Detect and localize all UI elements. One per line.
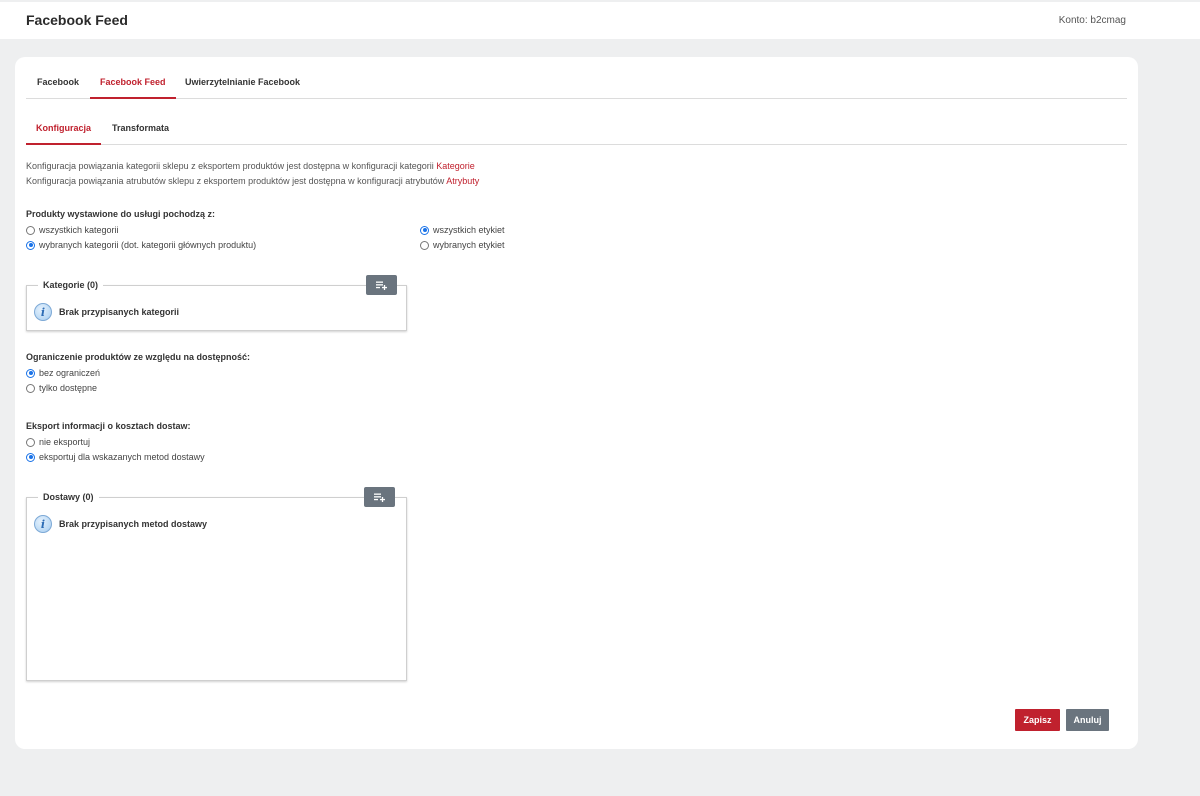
- main-tabs: Facebook Facebook Feed Uwierzytelnianie …: [26, 73, 1127, 99]
- add-list-icon: [373, 493, 385, 502]
- tab-facebook-feed[interactable]: Facebook Feed: [90, 77, 176, 99]
- attributes-link[interactable]: Atrybuty: [446, 176, 479, 186]
- radio-unchecked-icon: [26, 225, 35, 235]
- radio-unchecked-icon: [26, 437, 35, 447]
- delivery-legend: Dostawy (0): [38, 492, 99, 502]
- radio-only-available[interactable]: tylko dostępne: [26, 382, 97, 394]
- shipping-export-label: Eksport informacji o kosztach dostaw:: [26, 421, 191, 431]
- tab-facebook[interactable]: Facebook: [37, 77, 79, 99]
- radio-all-labels[interactable]: wszystkich etykiet: [420, 224, 505, 236]
- account-label: Konto:: [1058, 15, 1088, 26]
- radio-unchecked-icon: [26, 383, 35, 393]
- radio-checked-icon: [26, 240, 35, 250]
- tab-transformata[interactable]: Transformata: [112, 123, 169, 145]
- tab-konfiguracja[interactable]: Konfiguracja: [26, 123, 102, 145]
- sub-tabs: Konfiguracja Transformata: [26, 119, 1127, 145]
- radio-no-export[interactable]: nie eksportuj: [26, 436, 90, 448]
- radio-unchecked-icon: [420, 240, 429, 250]
- cancel-button[interactable]: Anuluj: [1066, 709, 1109, 731]
- delivery-fieldset: Dostawy (0) i Brak przypisanych metod do…: [26, 487, 407, 681]
- availability-label: Ograniczenie produktów ze względu na dos…: [26, 352, 251, 362]
- radio-checked-icon: [26, 368, 35, 378]
- radio-no-limit[interactable]: bez ograniczeń: [26, 367, 100, 379]
- account-info: Konto: b2cmag: [1059, 15, 1126, 26]
- info-icon: i: [34, 515, 52, 533]
- info-line-categories: Konfiguracja powiązania kategorii sklepu…: [26, 161, 475, 171]
- add-list-icon: [375, 281, 387, 290]
- radio-selected-categories[interactable]: wybranych kategorii (dot. kategorii głów…: [26, 239, 256, 251]
- account-value: b2cmag: [1090, 15, 1126, 26]
- radio-checked-icon: [420, 225, 429, 235]
- radio-export-selected[interactable]: eksportuj dla wskazanych metod dostawy: [26, 451, 205, 463]
- add-category-button[interactable]: [366, 275, 397, 295]
- delivery-empty: i Brak przypisanych metod dostawy: [34, 515, 207, 533]
- page-title: Facebook Feed: [26, 12, 128, 28]
- info-line-attributes: Konfiguracja powiązania atrubutów sklepu…: [26, 176, 480, 186]
- categories-fieldset: Kategorie (0) i Brak przypisanych katego…: [26, 275, 407, 331]
- tab-facebook-auth[interactable]: Uwierzytelnianie Facebook: [185, 77, 300, 99]
- categories-link[interactable]: Kategorie: [436, 161, 475, 171]
- info-text: Konfiguracja powiązania kategorii sklepu…: [26, 159, 479, 189]
- save-button[interactable]: Zapisz: [1015, 709, 1060, 731]
- add-delivery-button[interactable]: [364, 487, 395, 507]
- config-card: Facebook Facebook Feed Uwierzytelnianie …: [15, 57, 1138, 749]
- products-source-label: Produkty wystawione do usługi pochodzą z…: [26, 209, 216, 219]
- info-icon: i: [34, 303, 52, 321]
- radio-checked-icon: [26, 452, 35, 462]
- top-header: Facebook Feed Konto: b2cmag: [0, 2, 1200, 39]
- radio-all-categories[interactable]: wszystkich kategorii: [26, 224, 119, 236]
- categories-empty: i Brak przypisanych kategorii: [34, 303, 179, 321]
- radio-selected-labels[interactable]: wybranych etykiet: [420, 239, 505, 251]
- categories-legend: Kategorie (0): [38, 280, 104, 290]
